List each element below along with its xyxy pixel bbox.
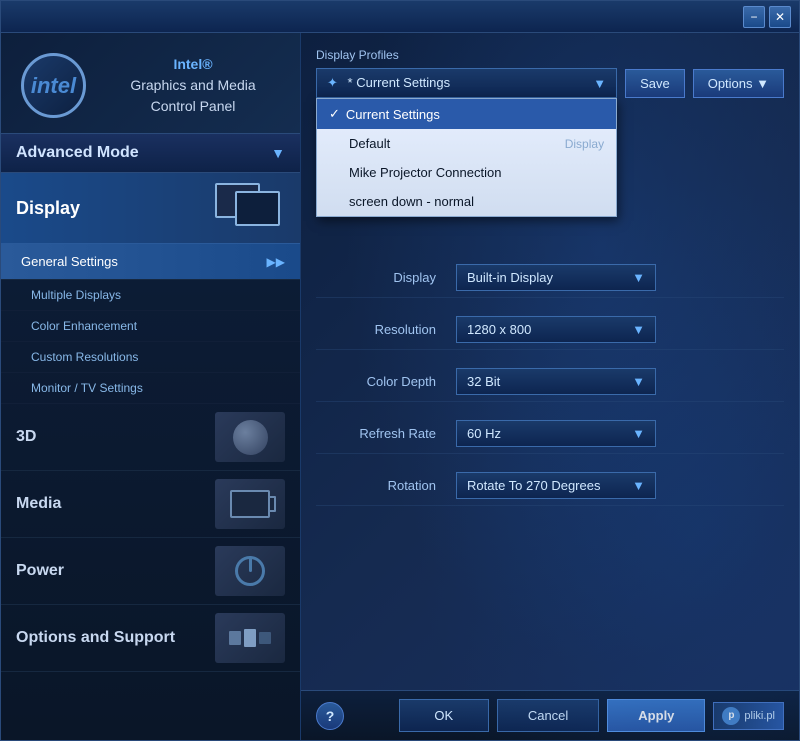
right-panel: Display Profiles ✦ * Current Settings ▼ xyxy=(301,33,799,740)
profiles-row: ✦ * Current Settings ▼ ✓ Current Setting… xyxy=(316,68,784,98)
category-power-thumb xyxy=(215,546,285,596)
main-window: − ✕ intel Intel® Graphics and Media Cont… xyxy=(0,0,800,741)
help-button[interactable]: ? xyxy=(316,702,344,730)
advanced-mode-bar[interactable]: Advanced Mode ▼ xyxy=(1,133,300,173)
category-3d[interactable]: 3D xyxy=(1,404,300,471)
setting-refresh-rate-label: Refresh Rate xyxy=(316,426,456,441)
nav-sub-item-monitor-tv[interactable]: Monitor / TV Settings xyxy=(1,373,300,404)
category-options-thumb xyxy=(215,613,285,663)
dropdown-item-current-check: ✓ xyxy=(329,106,340,122)
logo-line3: Control Panel xyxy=(101,96,285,117)
setting-color-depth-label: Color Depth xyxy=(316,374,456,389)
setting-resolution-arrow: ▼ xyxy=(632,322,645,337)
setting-rotation-value: Rotate To 270 Degrees xyxy=(467,478,600,493)
profiles-label: Display Profiles xyxy=(316,48,784,62)
dropdown-item-current[interactable]: ✓ Current Settings xyxy=(317,99,616,129)
dropdown-item-mike[interactable]: Mike Projector Connection xyxy=(317,158,616,187)
setting-rotation-arrow: ▼ xyxy=(632,478,645,493)
setting-row-refresh-rate: Refresh Rate 60 Hz ▼ xyxy=(316,414,784,454)
dropdown-item-default[interactable]: Default Display xyxy=(317,129,616,158)
category-options-support[interactable]: Options and Support xyxy=(1,605,300,672)
dropdown-item-mike-label: Mike Projector Connection xyxy=(349,165,501,180)
display-section[interactable]: Display xyxy=(1,173,300,244)
settings-rows: Display Built-in Display ▼ Resolution 12… xyxy=(316,258,784,506)
cancel-button[interactable]: Cancel xyxy=(497,699,599,732)
setting-display-value: Built-in Display xyxy=(467,270,553,285)
profiles-section: Display Profiles ✦ * Current Settings ▼ xyxy=(316,48,784,98)
main-content: intel Intel® Graphics and Media Control … xyxy=(1,33,799,740)
category-media-label: Media xyxy=(16,495,61,513)
dropdown-item-screen-down-label: screen down - normal xyxy=(349,194,474,209)
profile-dropdown[interactable]: ✦ * Current Settings ▼ xyxy=(316,68,617,98)
category-3d-thumb xyxy=(215,412,285,462)
nav-item-general-settings-arrow: ▶▶ xyxy=(267,255,285,269)
right-content: Display Profiles ✦ * Current Settings ▼ xyxy=(301,33,799,690)
profile-dropdown-container: ✦ * Current Settings ▼ ✓ Current Setting… xyxy=(316,68,617,98)
setting-display-dropdown[interactable]: Built-in Display ▼ xyxy=(456,264,656,291)
display-sub-text: Display xyxy=(565,137,604,151)
setting-resolution-label: Resolution xyxy=(316,322,456,337)
category-power[interactable]: Power xyxy=(1,538,300,605)
setting-row-display: Display Built-in Display ▼ xyxy=(316,258,784,298)
setting-rotation-dropdown[interactable]: Rotate To 270 Degrees ▼ xyxy=(456,472,656,499)
pliki-label: pliki.pl xyxy=(744,710,775,722)
category-3d-label: 3D xyxy=(16,428,36,446)
pliki-badge[interactable]: p pliki.pl xyxy=(713,702,784,730)
ok-button[interactable]: OK xyxy=(399,699,489,732)
profile-dropdown-menu: ✓ Current Settings Default Display xyxy=(316,98,617,217)
nav-sub-item-multiple-displays[interactable]: Multiple Displays xyxy=(1,280,300,311)
setting-color-depth-value: 32 Bit xyxy=(467,374,500,389)
category-options-support-label: Options and Support xyxy=(16,629,175,647)
nav-item-general-settings[interactable]: General Settings ▶▶ xyxy=(1,244,300,280)
nav-item-general-settings-label: General Settings xyxy=(21,254,118,269)
setting-row-color-depth: Color Depth 32 Bit ▼ xyxy=(316,362,784,402)
advanced-mode-arrow: ▼ xyxy=(271,145,285,161)
dropdown-item-default-label: Default xyxy=(349,136,390,151)
intel-logo: intel xyxy=(21,53,86,118)
options-button[interactable]: Options ▼ xyxy=(693,69,784,98)
category-media-thumb xyxy=(215,479,285,529)
setting-display-arrow: ▼ xyxy=(632,270,645,285)
profile-dropdown-arrow: ▼ xyxy=(593,76,606,91)
logo-line2: Graphics and Media xyxy=(101,75,285,96)
sidebar: intel Intel® Graphics and Media Control … xyxy=(1,33,301,740)
setting-refresh-rate-dropdown[interactable]: 60 Hz ▼ xyxy=(456,420,656,447)
monitor-icon-front xyxy=(235,191,280,226)
category-power-label: Power xyxy=(16,562,64,580)
dropdown-item-current-label: Current Settings xyxy=(346,107,440,122)
save-button[interactable]: Save xyxy=(625,69,685,98)
setting-resolution-value: 1280 x 800 xyxy=(467,322,531,337)
title-bar: − ✕ xyxy=(1,1,799,33)
nav-sub-item-custom-resolutions[interactable]: Custom Resolutions xyxy=(1,342,300,373)
dropdown-item-screen-down[interactable]: screen down - normal xyxy=(317,187,616,216)
advanced-mode-label: Advanced Mode xyxy=(16,144,139,162)
setting-row-resolution: Resolution 1280 x 800 ▼ xyxy=(316,310,784,350)
setting-color-depth-dropdown[interactable]: 32 Bit ▼ xyxy=(456,368,656,395)
apply-button[interactable]: Apply xyxy=(607,699,705,732)
profile-dropdown-star: ✦ * Current Settings xyxy=(327,75,450,91)
intel-logo-text: intel xyxy=(31,73,76,99)
logo-area: intel Intel® Graphics and Media Control … xyxy=(1,33,300,133)
close-button[interactable]: ✕ xyxy=(769,6,791,28)
setting-rotation-label: Rotation xyxy=(316,478,456,493)
bottom-bar: ? OK Cancel Apply p pliki.pl xyxy=(301,690,799,740)
setting-refresh-rate-value: 60 Hz xyxy=(467,426,501,441)
setting-color-depth-arrow: ▼ xyxy=(632,374,645,389)
logo-line1: Intel® xyxy=(101,54,285,75)
setting-resolution-dropdown[interactable]: 1280 x 800 ▼ xyxy=(456,316,656,343)
logo-text: Intel® Graphics and Media Control Panel xyxy=(101,54,285,117)
category-media[interactable]: Media xyxy=(1,471,300,538)
pliki-dot: p xyxy=(722,707,740,725)
setting-display-label: Display xyxy=(316,270,456,285)
setting-refresh-rate-arrow: ▼ xyxy=(632,426,645,441)
nav-sub-item-color-enhancement[interactable]: Color Enhancement xyxy=(1,311,300,342)
minimize-button[interactable]: − xyxy=(743,6,765,28)
setting-row-rotation: Rotation Rotate To 270 Degrees ▼ xyxy=(316,466,784,506)
display-icon xyxy=(210,183,285,233)
display-section-label: Display xyxy=(16,198,80,219)
